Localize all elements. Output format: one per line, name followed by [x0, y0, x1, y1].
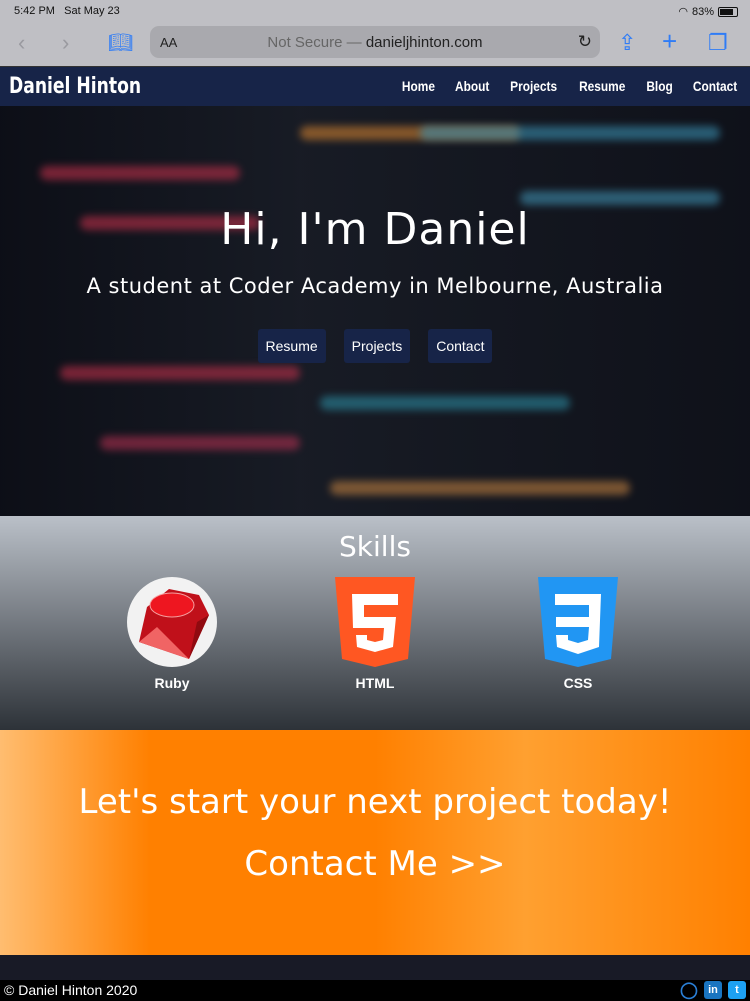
security-label: Not Secure — — [267, 33, 362, 51]
contact-me-link[interactable]: Contact Me >> — [0, 844, 750, 884]
footer-band — [0, 955, 750, 980]
nav-home[interactable]: Home — [402, 78, 435, 94]
domain: danieljhinton.com — [365, 33, 483, 51]
site-nav: Daniel Hinton Home About Projects Resume… — [0, 67, 750, 106]
resume-button[interactable]: Resume — [257, 329, 326, 363]
wifi-icon: ◠ — [678, 6, 688, 18]
nav-resume[interactable]: Resume — [579, 78, 625, 94]
ruby-icon — [127, 577, 217, 667]
battery-percent: 83% — [691, 5, 714, 18]
hero-subtitle: A student at Coder Academy in Melbourne,… — [86, 274, 664, 298]
battery-icon — [718, 6, 738, 17]
cta-section: Let's start your next project today! Con… — [0, 730, 750, 955]
contact-button[interactable]: Contact — [428, 329, 493, 363]
browser-toolbar: ‹ › 📖︎ AA Not Secure — danieljhinton.com… — [0, 22, 750, 67]
brand-logo[interactable]: Daniel Hinton — [9, 74, 141, 99]
nav-contact[interactable]: Contact — [693, 78, 737, 94]
skill-html: HTML — [325, 577, 425, 691]
twitter-icon[interactable]: t — [728, 981, 746, 999]
nav-blog[interactable]: Blog — [646, 78, 672, 94]
tabs-icon[interactable]: ❐ — [708, 30, 728, 56]
footer: © Daniel Hinton 2020 ◯ in t — [0, 980, 750, 1001]
css3-icon — [538, 577, 618, 667]
hero-section: Hi, I'm Daniel A student at Coder Academ… — [0, 106, 750, 516]
text-size-button[interactable]: AA — [160, 35, 177, 50]
hero-title: Hi, I'm Daniel — [220, 204, 530, 255]
github-icon[interactable]: ◯ — [680, 981, 698, 999]
linkedin-icon[interactable]: in — [704, 981, 722, 999]
cta-heading: Let's start your next project today! — [78, 782, 672, 822]
status-bar: 5:42 PM Sat May 23 ◠ 83% — [0, 0, 750, 22]
status-right: ◠ 83% — [678, 5, 738, 18]
projects-button[interactable]: Projects — [343, 329, 411, 363]
nav-projects[interactable]: Projects — [510, 78, 557, 94]
skill-css: CSS — [528, 577, 628, 691]
reload-icon[interactable]: ↻ — [578, 32, 592, 52]
address-bar[interactable]: AA Not Secure — danieljhinton.com ↻ — [150, 26, 600, 58]
skill-ruby: Ruby — [122, 577, 222, 691]
new-tab-icon[interactable]: + — [662, 26, 677, 57]
back-icon[interactable]: ‹ — [18, 30, 25, 56]
skills-title: Skills — [339, 530, 411, 563]
skills-section: Skills Ruby HTML CSS — [0, 516, 750, 730]
skill-label: CSS — [563, 675, 593, 691]
skill-label: HTML — [355, 675, 395, 691]
bookmarks-icon[interactable]: 📖︎ — [108, 30, 133, 55]
nav-about[interactable]: About — [455, 78, 489, 94]
forward-icon[interactable]: › — [62, 30, 69, 56]
html5-icon — [335, 577, 415, 667]
skill-label: Ruby — [154, 675, 190, 691]
share-icon[interactable]: ⇪ — [618, 30, 636, 56]
copyright: © Daniel Hinton 2020 — [4, 982, 138, 998]
status-time: 5:42 PM Sat May 23 — [14, 5, 120, 17]
